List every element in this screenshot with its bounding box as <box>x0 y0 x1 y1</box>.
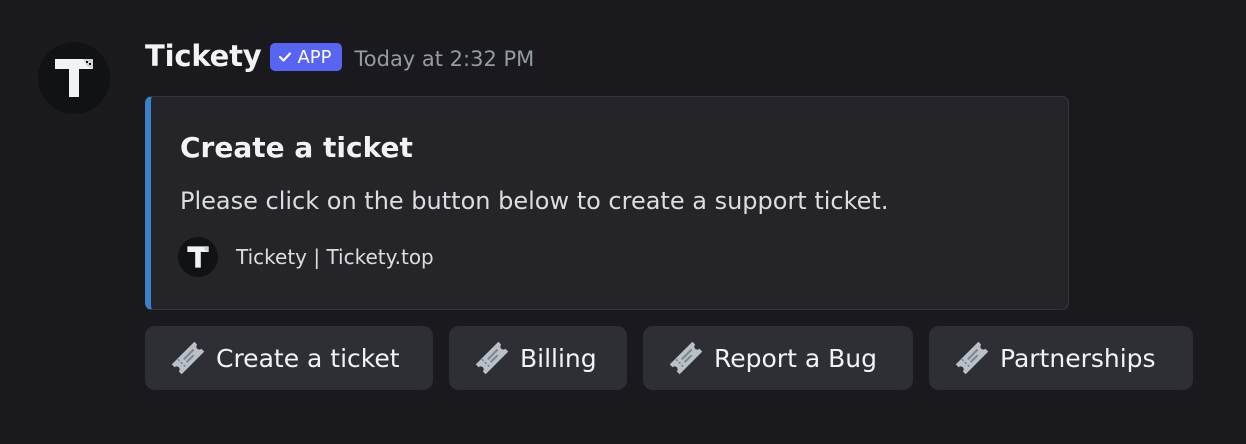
billing-label: Billing <box>520 343 597 373</box>
footer-avatar <box>178 237 218 277</box>
ticket-embed: Create a ticket Please click on the butt… <box>145 96 1069 310</box>
report-bug-label: Report a Bug <box>714 343 877 373</box>
report-bug-button[interactable]: Report a Bug <box>643 326 913 390</box>
embed-footer-text: Tickety | Tickety.top <box>236 245 434 269</box>
bot-username[interactable]: Tickety <box>145 39 262 73</box>
button-row: Create a ticket Billing Report a Bug Par… <box>145 326 1205 390</box>
checkmark-icon <box>279 52 292 62</box>
create-ticket-button[interactable]: Create a ticket <box>145 326 433 390</box>
partnerships-button[interactable]: Partnerships <box>929 326 1193 390</box>
app-badge: APP <box>270 43 342 71</box>
app-badge-label: APP <box>297 46 332 68</box>
bot-avatar[interactable] <box>38 42 110 114</box>
tickety-logo-icon <box>187 246 209 268</box>
message-content: Tickety APP Today at 2:32 PM Create a ti… <box>145 36 1205 390</box>
partnerships-label: Partnerships <box>1000 343 1156 373</box>
tickety-logo-icon <box>55 59 93 97</box>
message-header: Tickety APP Today at 2:32 PM <box>145 36 1205 76</box>
ticket-icon <box>955 341 989 375</box>
billing-button[interactable]: Billing <box>449 326 627 390</box>
create-ticket-label: Create a ticket <box>216 343 400 373</box>
ticket-icon <box>171 341 205 375</box>
embed-footer: Tickety | Tickety.top <box>178 237 1068 277</box>
message-timestamp[interactable]: Today at 2:32 PM <box>355 47 535 71</box>
ticket-icon <box>475 341 509 375</box>
embed-description: Please click on the button below to crea… <box>180 187 889 215</box>
embed-title: Create a ticket <box>180 131 413 164</box>
ticket-icon <box>669 341 703 375</box>
bot-message: Tickety APP Today at 2:32 PM Create a ti… <box>0 0 1246 444</box>
